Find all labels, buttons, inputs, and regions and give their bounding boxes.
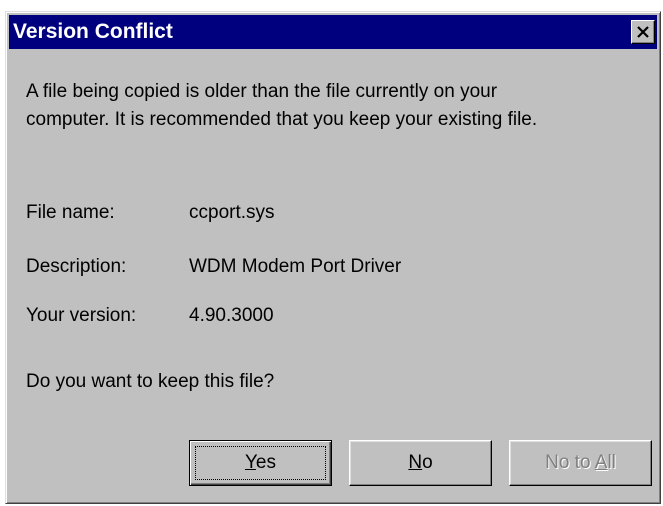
no-to-all-label-rest: ll xyxy=(607,452,616,473)
no-to-all-mnemonic: A xyxy=(594,452,608,473)
no-button[interactable]: No xyxy=(349,440,492,486)
close-x-icon xyxy=(637,26,649,38)
message-line-2: computer. It is recommended that you kee… xyxy=(26,109,538,130)
no-label-rest: o xyxy=(422,452,433,473)
dialog-title: Version Conflict xyxy=(13,20,173,43)
file-name-label: File name: xyxy=(26,202,115,223)
conflict-message: A file being copied is older than the fi… xyxy=(26,78,636,134)
yes-button[interactable]: Yes xyxy=(189,440,332,486)
no-mnemonic: N xyxy=(408,452,423,473)
file-name-value: ccport.sys xyxy=(189,202,275,223)
title-bar[interactable]: Version Conflict xyxy=(9,15,657,49)
description-value: WDM Modem Port Driver xyxy=(189,256,402,277)
description-label: Description: xyxy=(26,256,127,277)
message-line-1: A file being copied is older than the fi… xyxy=(26,81,498,102)
yes-label-rest: es xyxy=(255,452,276,473)
keep-file-question: Do you want to keep this file? xyxy=(26,371,275,392)
yes-mnemonic: Y xyxy=(244,452,256,473)
version-label: Your version: xyxy=(26,305,137,326)
no-to-all-prefix: No to xyxy=(545,452,595,473)
close-button[interactable] xyxy=(631,20,655,44)
version-value: 4.90.3000 xyxy=(189,305,274,326)
version-conflict-dialog: Version Conflict A file being copied is … xyxy=(5,11,661,504)
no-to-all-button[interactable]: No to All xyxy=(509,440,652,486)
